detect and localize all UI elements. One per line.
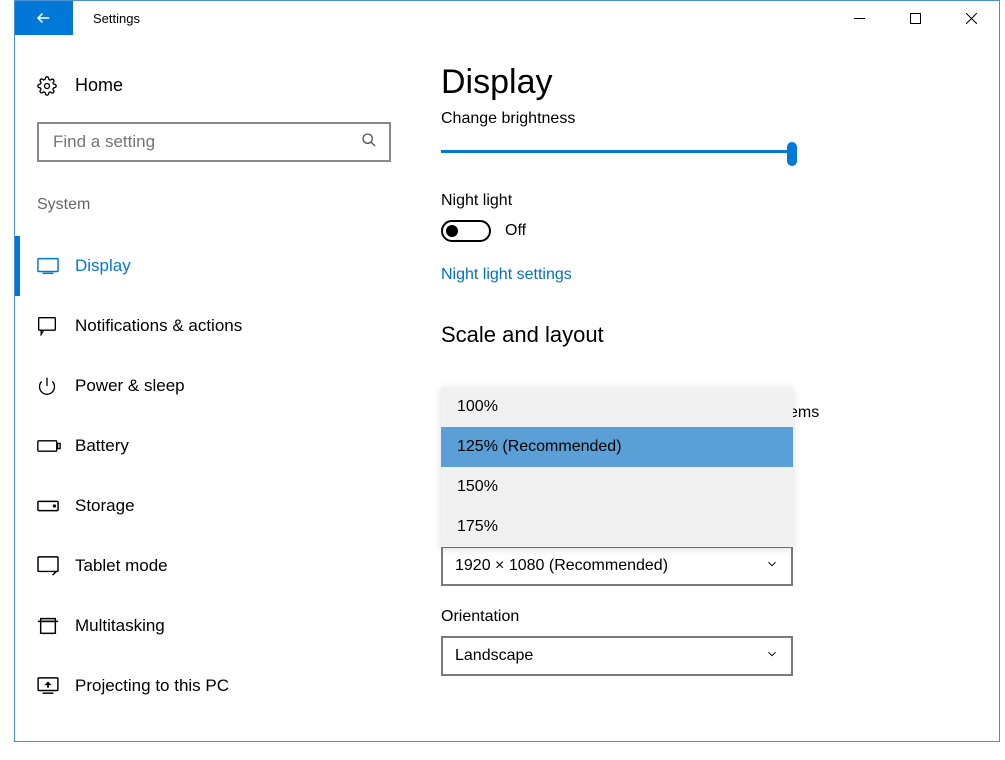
scale-option-100[interactable]: 100% (441, 387, 793, 427)
obscured-text: ems (789, 404, 819, 422)
sidebar-item-power[interactable]: Power & sleep (15, 356, 413, 416)
nav-section-header: System (15, 196, 413, 214)
orientation-combobox[interactable]: Landscape (441, 636, 793, 676)
window-controls (831, 1, 999, 35)
arrow-left-icon (35, 9, 53, 27)
chevron-down-icon (765, 557, 779, 576)
sidebar-item-label: Display (75, 256, 131, 276)
sidebar-item-multitasking[interactable]: Multitasking (15, 596, 413, 656)
back-button[interactable] (15, 1, 73, 35)
main-panel: Display Change brightness Night light Of… (413, 35, 999, 741)
sidebar-item-tablet[interactable]: Tablet mode (15, 536, 413, 596)
search-icon (361, 132, 377, 153)
sidebar-item-battery[interactable]: Battery (15, 416, 413, 476)
orientation-value: Landscape (455, 647, 533, 665)
toggle-knob (446, 225, 458, 237)
maximize-icon (910, 13, 921, 24)
search-input[interactable] (51, 131, 361, 153)
brightness-slider[interactable] (441, 138, 793, 166)
close-icon (966, 13, 977, 24)
maximize-button[interactable] (887, 1, 943, 35)
scale-option-150[interactable]: 150% (441, 467, 793, 507)
close-button[interactable] (943, 1, 999, 35)
content-area: Home System Display (15, 35, 999, 741)
settings-window: Settings Home (14, 0, 1000, 742)
scale-dropdown-listbox[interactable]: 100% 125% (Recommended) 150% 175% (441, 387, 793, 547)
brightness-label: Change brightness (441, 110, 999, 128)
storage-icon (37, 500, 75, 512)
battery-icon (37, 439, 75, 453)
search-box[interactable] (37, 122, 391, 162)
gear-icon (37, 76, 75, 96)
night-light-settings-link[interactable]: Night light settings (441, 266, 572, 284)
notifications-icon (37, 316, 75, 336)
orientation-label: Orientation (441, 608, 999, 626)
sidebar-item-notifications[interactable]: Notifications & actions (15, 296, 413, 356)
minimize-button[interactable] (831, 1, 887, 35)
slider-track (441, 150, 793, 153)
title-bar: Settings (15, 1, 999, 35)
night-light-label: Night light (441, 192, 999, 210)
sidebar-item-display[interactable]: Display (15, 236, 413, 296)
page-title: Display (441, 63, 999, 102)
sidebar-item-label: Battery (75, 436, 129, 456)
home-nav[interactable]: Home (15, 75, 413, 96)
display-icon (37, 257, 75, 275)
multitasking-icon (37, 617, 75, 635)
resolution-combobox[interactable]: 1920 × 1080 (Recommended) (441, 546, 793, 586)
scale-heading: Scale and layout (441, 322, 999, 348)
sidebar: Home System Display (15, 35, 413, 741)
night-light-toggle-row: Off (441, 220, 999, 242)
sidebar-item-storage[interactable]: Storage (15, 476, 413, 536)
slider-thumb[interactable] (787, 142, 797, 166)
resolution-value: 1920 × 1080 (Recommended) (455, 557, 668, 575)
chevron-down-icon (765, 647, 779, 666)
sidebar-item-projecting[interactable]: Projecting to this PC (15, 656, 413, 716)
scale-option-125[interactable]: 125% (Recommended) (441, 427, 793, 467)
minimize-icon (854, 13, 865, 24)
sidebar-item-label: Power & sleep (75, 376, 185, 396)
scale-option-175[interactable]: 175% (441, 507, 793, 547)
projecting-icon (37, 677, 75, 695)
sidebar-item-label: Notifications & actions (75, 316, 242, 336)
sidebar-item-label: Projecting to this PC (75, 676, 229, 696)
sidebar-item-label: Tablet mode (75, 556, 168, 576)
sidebar-item-label: Storage (75, 496, 135, 516)
night-light-state: Off (505, 222, 526, 240)
search-row (37, 122, 391, 162)
app-title: Settings (73, 1, 831, 35)
sidebar-item-label: Multitasking (75, 616, 165, 636)
night-light-toggle[interactable] (441, 220, 491, 242)
tablet-icon (37, 556, 75, 576)
power-icon (37, 376, 75, 396)
home-label: Home (75, 75, 123, 96)
